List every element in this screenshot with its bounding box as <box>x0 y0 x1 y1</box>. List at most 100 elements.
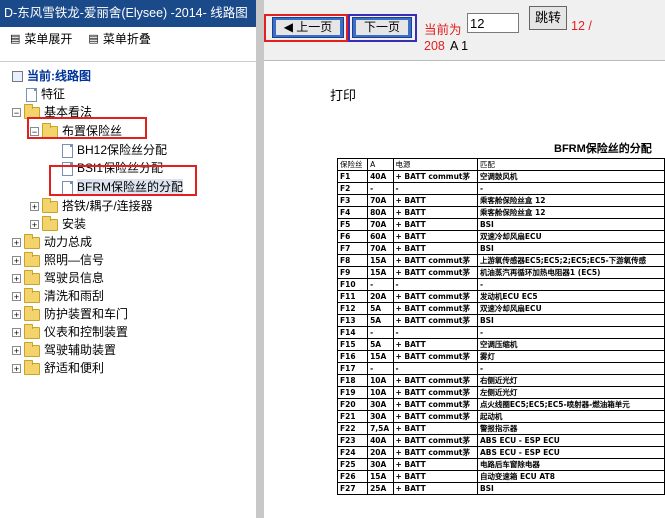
header-power: 电源 <box>392 158 478 171</box>
table-cell: - <box>392 362 478 375</box>
print-link[interactable]: 打印 <box>330 85 356 104</box>
table-cell: + BATT commut茅 <box>392 410 478 423</box>
page-suffix: A 1 <box>450 39 469 53</box>
table-cell: + BATT commut茅 <box>392 374 478 387</box>
window-title: D-东风雪铁龙-爱丽舍(Elysee) -2014- 线路图 <box>0 0 256 27</box>
folder-icon <box>24 233 40 249</box>
tree-item-install[interactable]: + 安装 <box>30 215 86 233</box>
tree-item-label: BH12保险丝分配 <box>77 143 168 157</box>
menu-bar: ▤ 菜单展开 ▤ 菜单折叠 <box>0 27 256 51</box>
header-fuse: 保险丝 <box>336 158 369 171</box>
table-cell: 15A <box>367 254 394 267</box>
expand-toggle-icon[interactable]: + <box>12 328 21 338</box>
table-cell: F21 <box>336 410 369 423</box>
expand-menu-button[interactable]: ▤ 菜单展开 <box>10 27 72 51</box>
folder-icon <box>24 341 40 357</box>
folder-icon <box>24 323 40 339</box>
tree-item-instruments[interactable]: + 仪表和控制装置 <box>12 323 128 341</box>
table-row: F25 30A + BATT 电路后车窗除电器 <box>336 458 665 471</box>
tree-item-driving-aids[interactable]: + 驾驶辅助装置 <box>12 341 116 359</box>
tree-item-driver-info[interactable]: + 驾驶员信息 <box>12 269 104 287</box>
splitter[interactable] <box>256 0 264 518</box>
collapse-menu-button[interactable]: ▤ 菜单折叠 <box>88 27 150 51</box>
table-row: F22 7,5A + BATT 警报指示器 <box>336 422 665 435</box>
folder-icon <box>24 305 40 321</box>
expand-toggle-icon[interactable]: + <box>30 202 39 212</box>
tree-item-features[interactable]: 特征 <box>26 86 65 103</box>
table-cell: F24 <box>336 446 369 459</box>
folder-icon <box>24 269 40 285</box>
folder-icon <box>24 287 40 303</box>
table-row: F2- - - <box>336 182 665 195</box>
table-cell: + BATT <box>392 458 478 471</box>
table-cell: 5A <box>367 338 394 351</box>
page-total-1: 12 / <box>571 19 592 33</box>
table-cell: + BATT <box>392 242 478 255</box>
expand-toggle-icon[interactable]: + <box>12 310 21 320</box>
tree-item-lighting[interactable]: + 照明—信号 <box>12 251 104 269</box>
tree-item-doors[interactable]: + 防护装置和车门 <box>12 305 128 323</box>
tree-item-grounds[interactable]: + 搭铁/耦子/连接器 <box>30 197 153 215</box>
table-cell: 15A <box>367 350 394 363</box>
table-cell: 空调压缩机 <box>476 338 665 351</box>
tree-item-comfort[interactable]: + 舒适和便利 <box>12 359 104 377</box>
table-cell: F6 <box>336 230 369 243</box>
table-cell: F22 <box>336 422 369 435</box>
page-number-input[interactable]: 12 <box>467 13 519 33</box>
table-cell: F13 <box>336 314 369 327</box>
highlight-box <box>27 117 147 139</box>
table-header-row: 保险丝 A 电源 匹配 <box>336 158 665 171</box>
table-row: F12 5A + BATT commut茅 双速冷却风扇ECU <box>336 302 665 315</box>
separator <box>0 51 256 62</box>
highlight-box <box>49 165 197 196</box>
document-title: BFRM保险丝的分配 <box>554 143 652 155</box>
expand-toggle-icon[interactable]: + <box>30 220 39 230</box>
table-cell: 20A <box>367 446 394 459</box>
expand-toggle-icon[interactable]: + <box>12 274 21 284</box>
expand-toggle-icon[interactable]: + <box>12 292 21 302</box>
table-cell: - <box>476 278 665 291</box>
table-cell: - <box>367 362 394 375</box>
table-cell: 雾灯 <box>476 350 665 363</box>
table-row: F16 15A + BATT commut茅 雾灯 <box>336 350 665 363</box>
table-row: F24 20A + BATT commut茅 ABS ECU - ESP ECU <box>336 446 665 459</box>
tree-current[interactable]: 当前:线路图 <box>12 68 91 85</box>
table-cell: - <box>392 326 478 339</box>
collapse-menu-label: 菜单折叠 <box>102 32 151 46</box>
folder-icon <box>42 197 58 213</box>
tree-item-bh12[interactable]: BH12保险丝分配 <box>62 142 167 159</box>
collapse-toggle-icon[interactable]: − <box>12 108 21 118</box>
folder-icon <box>24 359 40 375</box>
expand-toggle-icon[interactable]: + <box>12 364 21 374</box>
expand-toggle-icon[interactable]: + <box>12 256 21 266</box>
table-row: F3 70A + BATT 乘客舱保险丝盒 12 <box>336 194 665 207</box>
table-cell: + BATT <box>392 194 478 207</box>
table-cell: + BATT <box>392 230 478 243</box>
page-navigation: ◀ 上一页 下一页 当前为 12 跳转 12 / 208 A 1 <box>264 0 665 60</box>
table-cell: F11 <box>336 290 369 303</box>
expand-toggle-icon[interactable]: + <box>12 346 21 356</box>
table-cell: 60A <box>367 230 394 243</box>
table-cell: F23 <box>336 434 369 447</box>
tree-item-powertrain[interactable]: + 动力总成 <box>12 233 92 251</box>
table-cell: + BATT commut茅 <box>392 266 478 279</box>
table-cell: 15A <box>367 470 394 483</box>
table-cell: F9 <box>336 266 369 279</box>
table-cell: 右侧近光灯 <box>476 374 665 387</box>
tree-item-wipers[interactable]: + 清洗和雨刮 <box>12 287 104 305</box>
table-cell: BSI <box>476 482 665 495</box>
table-row: F7 70A + BATT BSI <box>336 242 665 255</box>
table-cell: + BATT commut茅 <box>392 398 478 411</box>
table-cell: + BATT <box>392 206 478 219</box>
table-row: F20 30A + BATT commut茅 点火线圈EC5;EC5;EC5-喷射器-… <box>336 398 665 411</box>
table-cell: F8 <box>336 254 369 267</box>
tree-item-label: 特征 <box>41 87 66 101</box>
left-panel: D-东风雪铁龙-爱丽舍(Elysee) -2014- 线路图 ▤ 菜单展开 ▤ … <box>0 0 256 518</box>
jump-button[interactable]: 跳转 <box>529 6 567 30</box>
table-cell: 5A <box>367 314 394 327</box>
table-cell: 起动机 <box>476 410 665 423</box>
table-row: F17- - - <box>336 362 665 375</box>
expand-toggle-icon[interactable]: + <box>12 238 21 248</box>
table-cell: F16 <box>336 350 369 363</box>
table-cell: 40A <box>367 434 394 447</box>
